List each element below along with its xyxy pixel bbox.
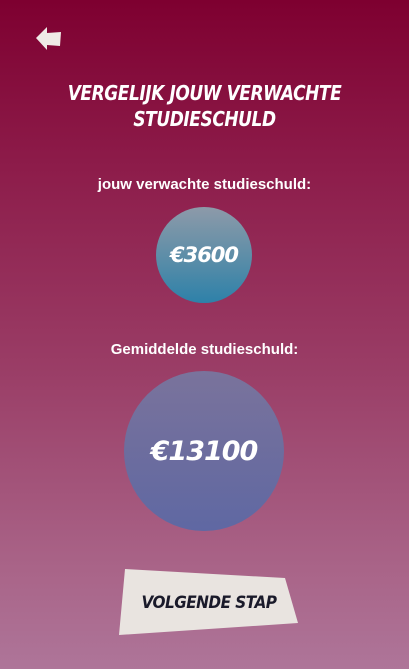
expected-debt-bubble: €3600 (156, 207, 252, 303)
average-debt-label: Gemiddelde studieschuld: (110, 341, 299, 358)
back-button[interactable] (34, 24, 64, 54)
page-title-line-1: VERGELIJK JOUW VERWACHTE (67, 81, 342, 105)
page-title-line-2: STUDIESCHULD (133, 107, 276, 131)
next-step-label: VOLGENDE STAP (141, 592, 277, 613)
page-title: VERGELIJK JOUW VERWACHTE STUDIESCHULD (31, 80, 379, 132)
arrow-left-icon (36, 27, 61, 50)
expected-debt-value: €3600 (169, 243, 239, 267)
next-step-button[interactable]: VOLGENDE STAP (119, 569, 299, 636)
average-debt-value: €13100 (150, 435, 259, 467)
expected-debt-label: jouw verwachte studieschuld: (97, 176, 312, 193)
average-debt-bubble: €13100 (124, 371, 284, 531)
